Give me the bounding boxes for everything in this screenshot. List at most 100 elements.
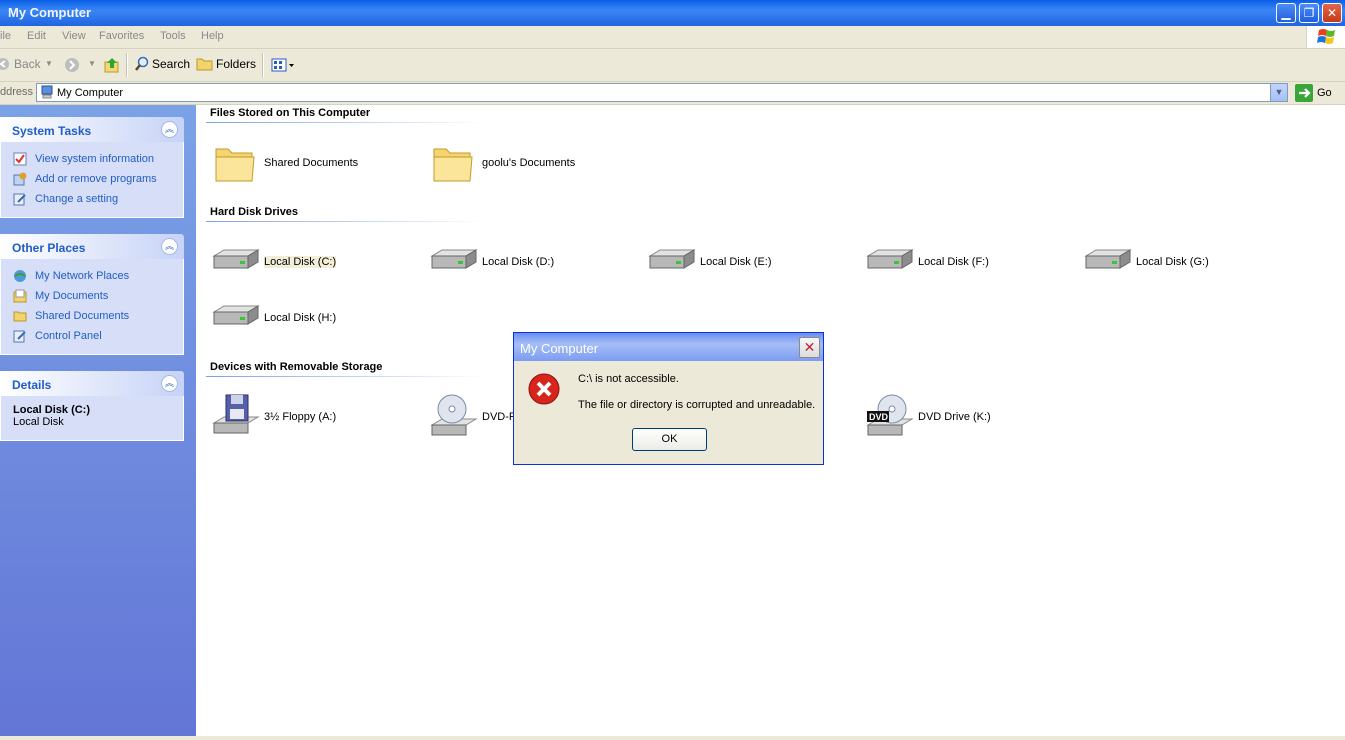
folders-button[interactable]: Folders xyxy=(216,57,256,71)
hard-disk-icon xyxy=(212,249,260,269)
other-places-header[interactable]: Other Places ︽ xyxy=(0,234,184,259)
local-disk-g-item[interactable]: Local Disk (G:) xyxy=(1084,238,1284,286)
dvd-drive-icon xyxy=(430,394,478,436)
search-button[interactable]: Search xyxy=(152,57,190,71)
system-info-icon xyxy=(13,152,27,166)
shared-documents-item[interactable]: Shared Documents xyxy=(212,139,412,187)
dialog-message-primary: C:\ is not accessible. xyxy=(578,373,679,385)
folder-icon xyxy=(13,311,27,322)
local-disk-d-item[interactable]: Local Disk (D:) xyxy=(430,238,630,286)
windows-logo-icon xyxy=(1306,26,1345,48)
toolbar: Back ▼ ▼ Search Folders xyxy=(0,49,1345,82)
hard-disk-icon xyxy=(1084,249,1132,269)
back-button[interactable]: Back xyxy=(14,57,41,71)
sidebar-item-network-places[interactable]: My Network Places xyxy=(13,267,183,287)
sidebar-item-label: Add or remove programs xyxy=(35,173,157,185)
item-label: 3½ Floppy (A:) xyxy=(264,411,337,423)
address-input[interactable]: My Computer ▼ xyxy=(36,83,1288,102)
panel-title: Details xyxy=(12,378,52,392)
dialog-titlebar: My Computer ✕ xyxy=(514,333,823,361)
sidebar-item-view-system-info[interactable]: View system information xyxy=(13,150,183,170)
forward-dropdown-icon[interactable]: ▼ xyxy=(88,59,96,68)
users-documents-item[interactable]: goolu's Documents xyxy=(430,139,630,187)
network-icon xyxy=(14,270,26,282)
sidebar-item-my-documents[interactable]: My Documents xyxy=(13,287,183,307)
collapse-chevron-icon[interactable]: ︽ xyxy=(161,375,178,392)
go-arrow-icon[interactable] xyxy=(1295,84,1313,102)
details-name: Local Disk (C:) xyxy=(13,404,91,416)
collapse-chevron-icon[interactable]: ︽ xyxy=(161,121,178,138)
sidebar-item-shared-documents[interactable]: Shared Documents xyxy=(13,307,183,327)
panel-title: System Tasks xyxy=(12,124,92,138)
item-label: Local Disk (C:) xyxy=(264,256,337,268)
menu-favorites[interactable]: Favorites xyxy=(99,30,144,42)
error-dialog: My Computer ✕ C:\ is not accessible. The… xyxy=(513,332,824,465)
computer-icon xyxy=(41,85,53,99)
system-tasks-panel: System Tasks ︽ View system information A… xyxy=(0,117,184,218)
hard-disk-icon xyxy=(212,305,260,325)
sidebar-item-label: Shared Documents xyxy=(35,310,130,322)
other-places-panel: Other Places ︽ My Network Places My Docu… xyxy=(0,234,184,355)
minimize-button[interactable]: ▁ xyxy=(1276,3,1296,23)
hard-disk-icon xyxy=(648,249,696,269)
system-tasks-header[interactable]: System Tasks ︽ xyxy=(0,117,184,142)
hard-disk-icon xyxy=(430,249,478,269)
svg-text:DVD: DVD xyxy=(869,412,889,422)
back-arrow-icon xyxy=(0,58,9,70)
sidebar-item-label: My Network Places xyxy=(35,270,130,282)
floppy-drive-item[interactable]: 3½ Floppy (A:) xyxy=(212,393,412,441)
item-label: goolu's Documents xyxy=(482,157,576,169)
address-value: My Computer xyxy=(57,87,124,99)
error-icon xyxy=(528,373,560,405)
item-label: Local Disk (H:) xyxy=(264,312,337,324)
sidebar-item-label: Change a setting xyxy=(35,193,119,205)
toolbar-separator xyxy=(262,53,264,77)
sidebar-item-add-remove-programs[interactable]: Add or remove programs xyxy=(13,170,183,190)
ok-button[interactable]: OK xyxy=(632,428,707,451)
dvd-drive-k-item[interactable]: DVD DVD Drive (K:) xyxy=(866,393,1066,441)
menu-view[interactable]: View xyxy=(62,30,86,42)
item-label: DVD Drive (K:) xyxy=(918,411,991,423)
sidebar-item-change-setting[interactable]: Change a setting xyxy=(13,190,183,210)
sidebar-item-label: View system information xyxy=(35,153,155,165)
close-button[interactable]: ✕ xyxy=(1322,3,1342,23)
up-folder-button[interactable] xyxy=(103,56,121,74)
back-dropdown-icon[interactable]: ▼ xyxy=(45,59,53,68)
details-header[interactable]: Details ︽ xyxy=(0,371,184,396)
section-title-hard-disks: Hard Disk Drives xyxy=(210,206,299,218)
go-button[interactable]: Go xyxy=(1317,87,1332,99)
restore-button[interactable]: ❐ xyxy=(1299,3,1319,23)
collapse-chevron-icon[interactable]: ︽ xyxy=(161,238,178,255)
window-title: My Computer xyxy=(8,5,92,20)
menu-edit[interactable]: Edit xyxy=(27,30,46,42)
folder-icon xyxy=(215,148,255,182)
menu-help[interactable]: Help xyxy=(201,30,224,42)
address-dropdown-button[interactable]: ▼ xyxy=(1270,84,1287,101)
menu-file[interactable]: ile xyxy=(0,30,11,42)
views-button[interactable] xyxy=(271,58,295,72)
task-pane: System Tasks ︽ View system information A… xyxy=(0,105,196,740)
item-label: Local Disk (F:) xyxy=(918,256,989,268)
search-icon xyxy=(135,56,149,71)
item-label: Local Disk (G:) xyxy=(1136,256,1209,268)
item-label: DVD-R xyxy=(482,411,517,423)
dvd-drive-icon: DVD xyxy=(866,394,914,436)
local-disk-c-item[interactable]: Local Disk (C:) xyxy=(212,238,412,286)
address-bar: ddress My Computer ▼ Go xyxy=(0,82,1345,105)
menu-tools[interactable]: Tools xyxy=(160,30,186,42)
local-disk-f-item[interactable]: Local Disk (F:) xyxy=(866,238,1066,286)
sidebar-item-label: Control Panel xyxy=(35,330,102,342)
dialog-close-button[interactable]: ✕ xyxy=(799,337,820,358)
sidebar-item-control-panel[interactable]: Control Panel xyxy=(13,327,183,347)
section-divider xyxy=(206,376,486,377)
menu-bar: ile Edit View Favorites Tools Help xyxy=(0,26,1345,49)
panel-title: Other Places xyxy=(12,241,86,255)
local-disk-h-item[interactable]: Local Disk (H:) xyxy=(212,294,412,342)
floppy-drive-icon xyxy=(212,394,260,434)
local-disk-e-item[interactable]: Local Disk (E:) xyxy=(648,238,848,286)
control-panel-icon xyxy=(13,330,26,343)
forward-button[interactable] xyxy=(64,57,80,73)
section-divider xyxy=(206,221,486,222)
item-label: Shared Documents xyxy=(264,157,359,169)
dialog-message-secondary: The file or directory is corrupted and u… xyxy=(578,399,816,411)
